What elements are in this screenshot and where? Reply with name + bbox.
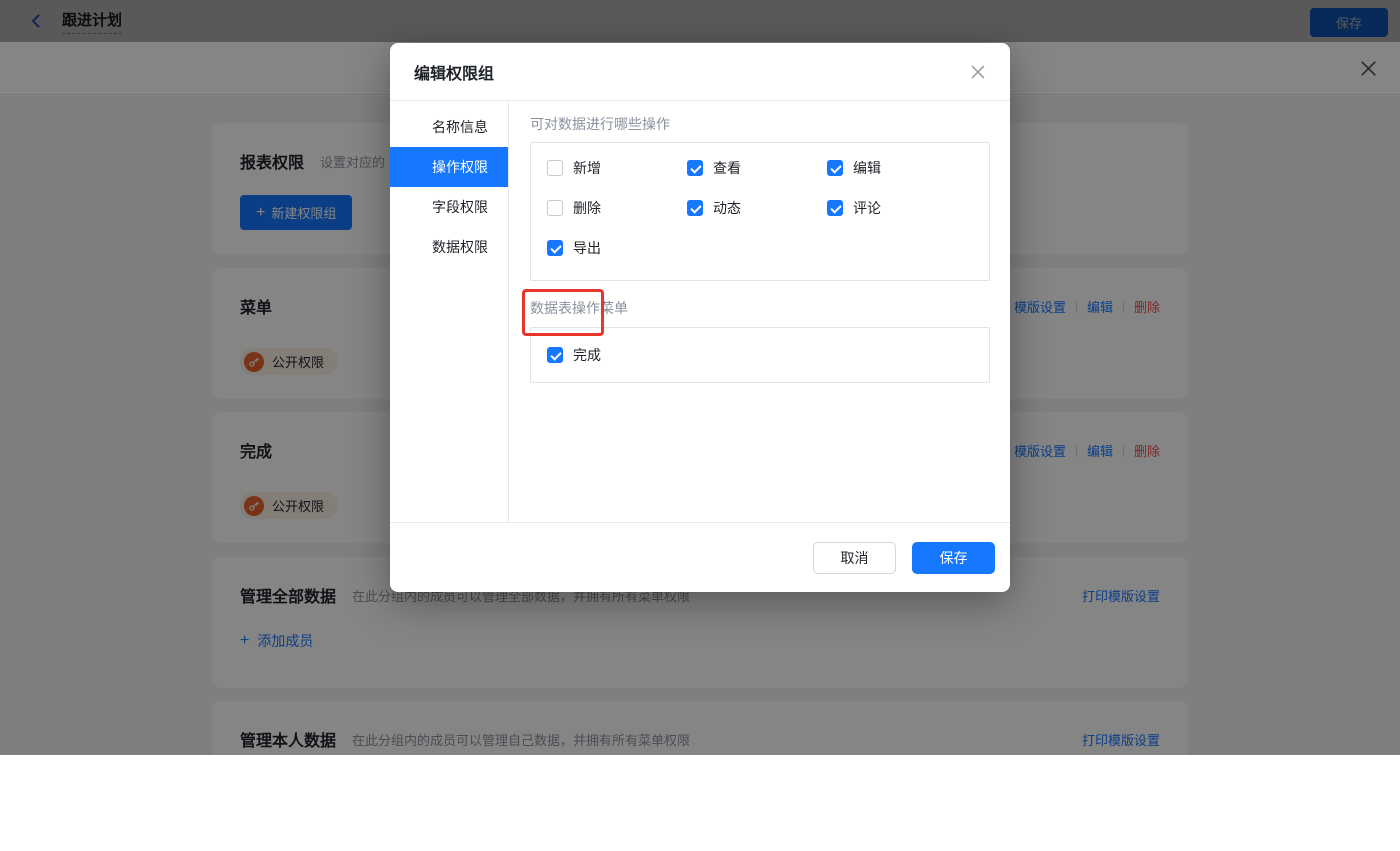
menu-group-label: 数据表操作菜单 (530, 298, 990, 318)
checkbox-label: 删除 (573, 198, 601, 218)
checkbox[interactable] (547, 200, 563, 216)
checkbox-item-edit[interactable]: 编辑 (827, 158, 967, 178)
checkbox-item-add[interactable]: 新增 (547, 158, 687, 178)
tab-name-info[interactable]: 名称信息 (390, 107, 508, 147)
tab-field-permission[interactable]: 字段权限 (390, 187, 508, 227)
menu-box: 完成 (530, 327, 990, 383)
checkbox-label: 动态 (713, 198, 741, 218)
checkbox-label: 新增 (573, 158, 601, 178)
checkbox-label: 查看 (713, 158, 741, 178)
tab-data-permission[interactable]: 数据权限 (390, 227, 508, 267)
checkbox[interactable] (687, 160, 703, 176)
edit-permission-group-modal: 编辑权限组 名称信息 操作权限 字段权限 数据权限 可对数据进行哪些操作 新增 … (390, 43, 1010, 592)
checkbox-item-comment[interactable]: 评论 (827, 198, 967, 218)
save-button[interactable]: 保存 (912, 542, 995, 574)
modal-title: 编辑权限组 (414, 60, 494, 84)
checkbox-item-view[interactable]: 查看 (687, 158, 827, 178)
operations-group-label: 可对数据进行哪些操作 (530, 114, 990, 134)
modal-header: 编辑权限组 (390, 43, 1010, 101)
checkbox-item-complete[interactable]: 完成 (547, 345, 973, 365)
checkbox-label: 完成 (573, 345, 601, 365)
checkbox-label: 编辑 (853, 158, 881, 178)
checkbox-label: 评论 (853, 198, 881, 218)
checkbox[interactable] (547, 240, 563, 256)
checkbox[interactable] (547, 347, 563, 363)
cancel-button[interactable]: 取消 (813, 542, 896, 574)
checkbox[interactable] (547, 160, 563, 176)
modal-tab-list: 名称信息 操作权限 字段权限 数据权限 (390, 102, 509, 522)
checkbox-item-export[interactable]: 导出 (547, 238, 687, 258)
modal-close-icon[interactable] (970, 64, 986, 80)
checkbox[interactable] (827, 200, 843, 216)
checkbox[interactable] (687, 200, 703, 216)
checkbox-item-delete[interactable]: 删除 (547, 198, 687, 218)
checkbox-label: 导出 (573, 238, 601, 258)
modal-content: 可对数据进行哪些操作 新增 查看 编辑 删除 (510, 102, 1010, 522)
checkbox-item-activity[interactable]: 动态 (687, 198, 827, 218)
checkbox[interactable] (827, 160, 843, 176)
modal-footer: 取消 保存 (390, 522, 1010, 592)
operations-box: 新增 查看 编辑 删除 动态 (530, 142, 990, 281)
tab-operation-permission[interactable]: 操作权限 (390, 147, 508, 187)
